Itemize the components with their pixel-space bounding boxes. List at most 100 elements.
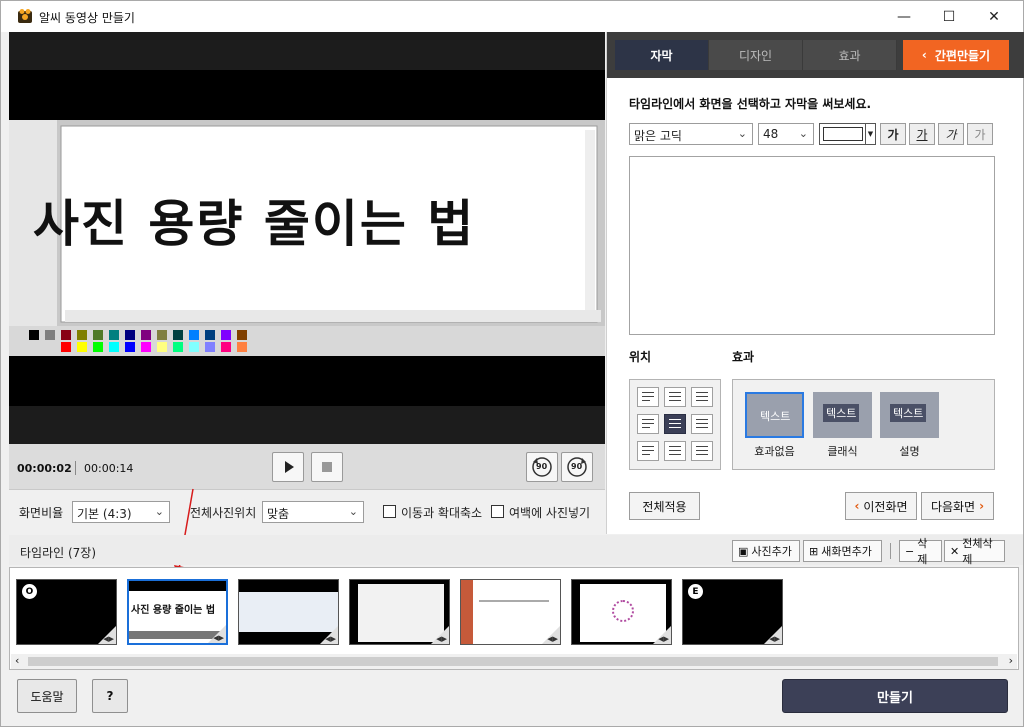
timeline-header: 타임라인 (7장) ▣ 사진추가 ⊞ 새화면추가 − 삭제 ✕ 전체삭제 [9, 535, 1023, 566]
scroll-left-icon[interactable]: ‹ [15, 654, 19, 667]
thumb-caption: 사진 용량 줄이는 법 [131, 605, 216, 616]
photo-position-select[interactable]: 맞춤 ⌄ [262, 501, 364, 523]
text-color-picker[interactable]: ▼ [819, 123, 876, 145]
subtitle-panel: 자막 디자인 효과 ‹ 간편만들기 타임라인에서 화면을 선택하고 자막을 써보… [606, 32, 1024, 534]
scroll-thumb[interactable] [28, 657, 998, 666]
align-bottom-center-button[interactable] [664, 441, 686, 461]
chevron-down-icon: ⌄ [154, 505, 164, 518]
thumb-sidebar [461, 580, 473, 644]
transition-icon: ◀▶ [547, 635, 558, 643]
stop-button[interactable] [311, 452, 343, 482]
delete-all-label: 전체삭제 [962, 537, 993, 566]
subtitle-text-input[interactable] [629, 156, 995, 335]
rotate-right-button[interactable]: 90 [561, 452, 593, 482]
prev-screen-label: 이전화면 [863, 499, 908, 514]
timeline-title: 타임라인 (7장) [20, 546, 97, 560]
prev-screen-button[interactable]: ‹ 이전화면 [845, 492, 917, 520]
align-top-right-button[interactable] [691, 387, 713, 407]
play-icon [285, 461, 294, 473]
delete-button[interactable]: − 삭제 [899, 537, 942, 566]
new-screen-button[interactable]: ⊞ 새화면추가 [803, 540, 882, 562]
options-bar: 화면비율 기본 (4:3) ⌄ 전체사진위치 맞춤 ⌄ 이동과 확대축소 여백에… [9, 491, 605, 533]
new-screen-icon: ⊞ [809, 544, 819, 558]
italic-button[interactable]: 가 [938, 123, 964, 145]
easy-make-button[interactable]: ‹ 간편만들기 [903, 40, 1009, 70]
preview-caption-text: 사진 용량 줄이는 법 [33, 195, 476, 253]
maximize-button[interactable]: ☐ [926, 1, 972, 32]
chevron-down-icon: ⌄ [798, 127, 808, 140]
photo-position-value: 맞춤 [267, 507, 290, 521]
minimize-button[interactable]: — [881, 1, 927, 32]
chevron-left-icon: ‹ [921, 48, 927, 62]
play-button[interactable] [272, 452, 304, 482]
minus-icon: − [905, 544, 915, 558]
effect-description-label: 설명 [899, 445, 920, 458]
next-screen-button[interactable]: 다음화면 › [921, 492, 994, 520]
align-middle-left-button[interactable] [637, 414, 659, 434]
video-preview: 사진 용량 줄이는 법 [9, 32, 605, 444]
tab-bar: 자막 디자인 효과 ‹ 간편만들기 [607, 32, 1024, 78]
apply-all-button[interactable]: 전체적용 [629, 492, 700, 520]
bold-button[interactable]: 가 [880, 123, 906, 145]
timeline-thumb-3[interactable]: ◀▶ [238, 579, 339, 645]
next-screen-label: 다음화면 [930, 499, 976, 514]
timeline-strip: O ◀▶ 사진 용량 줄이는 법 ◀▶ ◀▶ ◀▶ ◀▶ ◀▶ E ◀▶ ‹ › [9, 567, 1019, 670]
move-zoom-checkbox[interactable] [383, 505, 396, 518]
transition-icon: ◀▶ [325, 635, 336, 643]
make-button[interactable]: 만들기 [782, 679, 1008, 713]
effect-chip-text: 텍스트 [823, 404, 860, 422]
letterbox-bottom [9, 356, 605, 406]
scroll-right-icon[interactable]: › [1009, 654, 1013, 667]
stop-icon [322, 462, 332, 472]
timeline-thumb-5[interactable]: ◀▶ [460, 579, 561, 645]
delete-all-button[interactable]: ✕ 전체삭제 [944, 537, 1005, 566]
title-bar: 알씨 동영상 만들기 — ☐ ✕ [1, 1, 1023, 32]
tab-design[interactable]: 디자인 [709, 40, 803, 70]
add-photo-button[interactable]: ▣ 사진추가 [732, 540, 800, 562]
rotate-left-button[interactable]: 90 [526, 452, 558, 482]
effect-classic-option[interactable]: 텍스트 [813, 392, 872, 438]
align-middle-center-button[interactable] [664, 414, 686, 434]
easy-make-label: 간편만들기 [934, 48, 991, 63]
move-zoom-label: 이동과 확대축소 [401, 506, 483, 520]
effect-none-option[interactable]: 텍스트 [745, 392, 804, 438]
effect-chip-text: 텍스트 [890, 404, 927, 422]
playback-bar: 00:00:02 00:00:14 90 90 [9, 444, 605, 490]
margin-photo-checkbox[interactable] [491, 505, 504, 518]
add-photo-icon: ▣ [738, 544, 749, 558]
question-button[interactable]: ? [92, 679, 128, 713]
subtitle-hint: 타임라인에서 화면을 선택하고 자막을 써보세요. [629, 97, 872, 111]
effect-chip-text: 텍스트 [760, 410, 791, 423]
tab-effect[interactable]: 효과 [803, 40, 897, 70]
align-bottom-right-button[interactable] [691, 441, 713, 461]
align-top-left-button[interactable] [637, 387, 659, 407]
align-middle-right-button[interactable] [691, 414, 713, 434]
timeline-thumb-2[interactable]: 사진 용량 줄이는 법 ◀▶ [127, 579, 228, 645]
help-button[interactable]: 도움말 [17, 679, 77, 713]
new-screen-label: 새화면추가 [821, 545, 872, 558]
font-size-select[interactable]: 48 ⌄ [758, 123, 814, 145]
tab-subtitle[interactable]: 자막 [615, 40, 709, 70]
aspect-select[interactable]: 기본 (4:3) ⌄ [72, 501, 170, 523]
timeline-thumb-end[interactable]: E ◀▶ [682, 579, 783, 645]
close-button[interactable]: ✕ [971, 1, 1017, 32]
outline-button[interactable]: 가 [967, 123, 993, 145]
timeline-thumb-start[interactable]: O ◀▶ [16, 579, 117, 645]
timeline-thumb-6[interactable]: ◀▶ [571, 579, 672, 645]
font-select[interactable]: 맑은 고딕 ⌄ [629, 123, 753, 145]
chevron-down-icon: ▼ [865, 124, 875, 144]
start-badge: O [22, 584, 37, 599]
thumb-line [479, 600, 549, 602]
chevron-down-icon: ⌄ [348, 505, 358, 518]
effect-classic-label: 클래식 [827, 445, 858, 458]
letterbox-top [9, 70, 605, 120]
transition-icon: ◀▶ [436, 635, 447, 643]
timeline-thumb-4[interactable]: ◀▶ [349, 579, 450, 645]
underline-button[interactable]: 가 [909, 123, 935, 145]
transition-icon: ◀▶ [658, 635, 669, 643]
timeline-scrollbar[interactable]: ‹ › [11, 654, 1017, 669]
align-top-center-button[interactable] [664, 387, 686, 407]
effect-description-option[interactable]: 텍스트 [880, 392, 939, 438]
transition-icon: ◀▶ [103, 635, 114, 643]
align-bottom-left-button[interactable] [637, 441, 659, 461]
